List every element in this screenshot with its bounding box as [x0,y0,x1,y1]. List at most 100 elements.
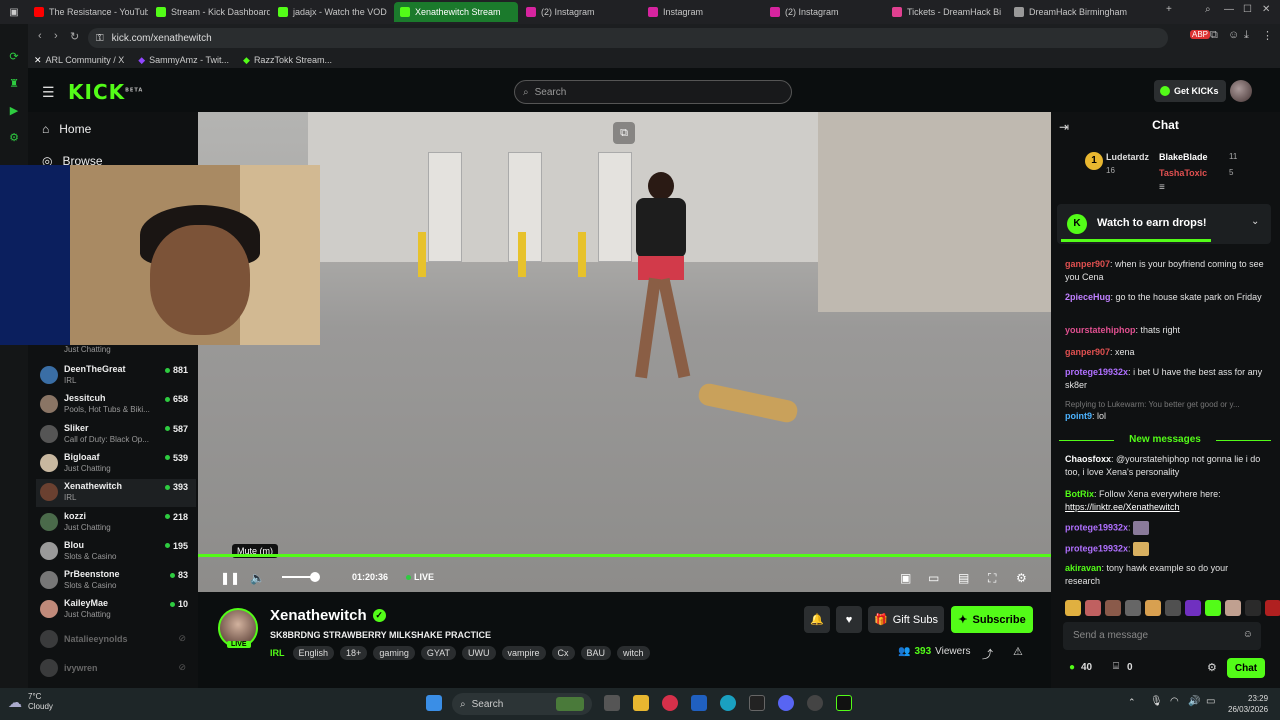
report-icon[interactable]: ⚠ [1013,645,1023,658]
weather-widget[interactable]: ☁ 7°C Cloudy [8,692,53,712]
browser-search-icon[interactable]: ⌕ [1205,4,1211,15]
sidebar-channel[interactable]: Natalieeynolds ⊘ [36,626,196,654]
follow-button[interactable]: ♥ [836,606,862,633]
chat-settings-icon[interactable]: ⚙ [1207,661,1217,674]
streamer-name[interactable]: Xenathewitch ✓ [270,607,386,624]
play-rail-icon[interactable]: ▶ [10,104,18,117]
obs-icon[interactable] [807,695,823,711]
browser-tab[interactable]: The Resistance - YouTube [28,2,148,22]
store-icon[interactable] [691,695,707,711]
pause-icon[interactable]: ❚❚ [220,571,240,585]
emote-icon[interactable] [1065,600,1081,616]
emote-icon[interactable] [1125,600,1141,616]
mini-player-icon[interactable]: ▣ [900,571,911,585]
kick-logo[interactable]: KICKBETA [68,80,143,104]
chevron-down-icon[interactable]: ⌄ [1251,216,1259,227]
bookmark-item[interactable]: ◆ RazzTokk Stream... [243,55,332,66]
back-icon[interactable]: ‹ [38,30,42,42]
browser-tab[interactable]: (2) Instagram [764,2,884,22]
minimize-icon[interactable]: — [1224,4,1234,15]
category-link[interactable]: IRL [270,648,285,658]
sidebar-channel[interactable]: kozzi Just Chatting 218 [36,509,196,537]
profile-icon[interactable]: ☺ [1228,29,1239,41]
botrix-link-text[interactable]: https://linktr.ee/Xenathewitch [1065,502,1180,512]
theater-icon[interactable]: ▭ [928,571,939,585]
start-icon[interactable] [426,695,442,711]
edge-icon[interactable] [720,695,736,711]
chat-username[interactable]: protege19932x [1065,522,1128,532]
drops-banner[interactable]: K Watch to earn drops! ⌄ [1057,204,1271,244]
chat-username[interactable]: ganper907 [1065,259,1110,269]
gift-subs-button[interactable]: 🎁 Gift Subs [868,606,944,633]
botrix-link[interactable]: https://linktr.ee/Xenathewitch [1065,501,1265,514]
bookmark-item[interactable]: ◆ SammyAmz - Twit... [138,55,229,66]
kick-app-icon[interactable] [836,695,852,711]
task-view-icon[interactable] [604,695,620,711]
gift-box-icon[interactable]: ⌸ [1113,661,1119,672]
emote-icon[interactable] [1085,600,1101,616]
refresh-rail-icon[interactable]: ⟳ [9,50,18,63]
speaker-icon[interactable]: 🔊 [1188,696,1200,707]
reload-icon[interactable]: ↻ [70,30,79,43]
stream-tag[interactable]: witch [617,646,650,660]
audio-app-icon[interactable] [749,695,765,711]
emoji-icon[interactable]: ☺ [1243,629,1253,640]
chat-username[interactable]: protege19932x [1065,367,1128,377]
battery-icon[interactable]: ▭ [1206,696,1215,707]
share-icon[interactable]: ⤴ [982,646,993,662]
stream-tag[interactable]: UWU [462,646,496,660]
emote-icon[interactable] [1185,600,1201,616]
new-messages-divider[interactable]: New messages [1059,434,1271,445]
browser-menu-icon[interactable]: ⋮ [1262,29,1273,42]
emote-icon[interactable] [1245,600,1261,616]
user-avatar[interactable] [1230,80,1252,102]
chat-username[interactable]: protege19932x [1065,543,1128,553]
taskbar-search[interactable]: ⌕ Search [452,693,592,715]
bookmark-item[interactable]: ✕ ARL Community / X [34,55,124,66]
player-settings-icon[interactable]: ⚙ [1016,571,1027,585]
settings-rail-icon[interactable]: ⚙ [9,131,19,144]
opera-icon[interactable] [662,695,678,711]
chat-username[interactable]: yourstatehiphop [1065,325,1136,335]
chat-username[interactable]: BotRix [1065,489,1094,499]
discord-icon[interactable] [778,695,794,711]
emote-icon[interactable] [1225,600,1241,616]
sidebar-channel[interactable]: Blou Slots & Casino 195 [36,538,196,566]
chat-username[interactable]: Chaosfoxx [1065,454,1111,464]
app-menu-icon[interactable]: ▣ [0,7,28,18]
site-info-icon[interactable]: ⚿ [96,33,104,44]
close-window-icon[interactable]: ✕ [1262,4,1270,15]
sidebar-channel[interactable]: KaileyMae Just Chatting 10 [36,596,196,624]
emote-icon[interactable] [1165,600,1181,616]
video-player[interactable]: ⧉ Mute (m) ❚❚ 🔈 01:20:36 LIVE ▣ ▭ ▤ ⛶ ⚙ [198,112,1051,592]
nav-home[interactable]: ⌂ Home [42,122,91,136]
chat-input[interactable]: Send a message ☺ [1063,622,1261,650]
sidebar-channel[interactable]: DeenTheGreat IRL 881 [36,362,196,390]
search-input[interactable]: ⌕ Search [514,80,792,104]
sidebar-channel[interactable]: ivywren ⊘ [36,655,196,683]
file-explorer-icon[interactable] [633,695,649,711]
expand-leaderboard-icon[interactable]: ≡ [1159,182,1165,193]
adblock-icon[interactable]: ABP [1190,30,1211,39]
emote-icon[interactable] [1205,600,1221,616]
subscribe-button[interactable]: ✦ Subscribe [951,606,1033,633]
chat-username[interactable]: akiravan [1065,563,1102,573]
new-tab-icon[interactable]: + [1166,4,1172,15]
bag-rail-icon[interactable]: ♜ [9,77,19,90]
browser-tab[interactable]: (2) Instagram [520,2,640,22]
stream-tag[interactable]: Cx [551,646,575,660]
sidebar-channel[interactable]: Bigloaaf Just Chatting 539 [36,450,196,478]
wifi-icon[interactable]: ◠ [1170,696,1179,707]
sidebar-channel[interactable]: PrBeenstone Slots & Casino 83 [36,567,196,595]
system-clock[interactable]: 23:29 26/03/2026 [1228,693,1268,715]
menu-icon[interactable]: ☰ [42,84,55,101]
chat-username[interactable]: 2pieceHug [1065,292,1111,302]
clip-icon[interactable]: ⧉ [613,122,635,144]
address-bar[interactable]: ⚿ kick.com/xenathewitch [88,28,1168,48]
fullscreen-icon[interactable]: ⛶ [988,571,996,586]
captions-icon[interactable]: ▤ [958,571,969,585]
chat-username[interactable]: point9 [1065,411,1092,421]
browser-tab[interactable]: Instagram [642,2,762,22]
send-chat-button[interactable]: Chat [1227,658,1265,678]
stream-tag[interactable]: vampire [501,646,546,660]
